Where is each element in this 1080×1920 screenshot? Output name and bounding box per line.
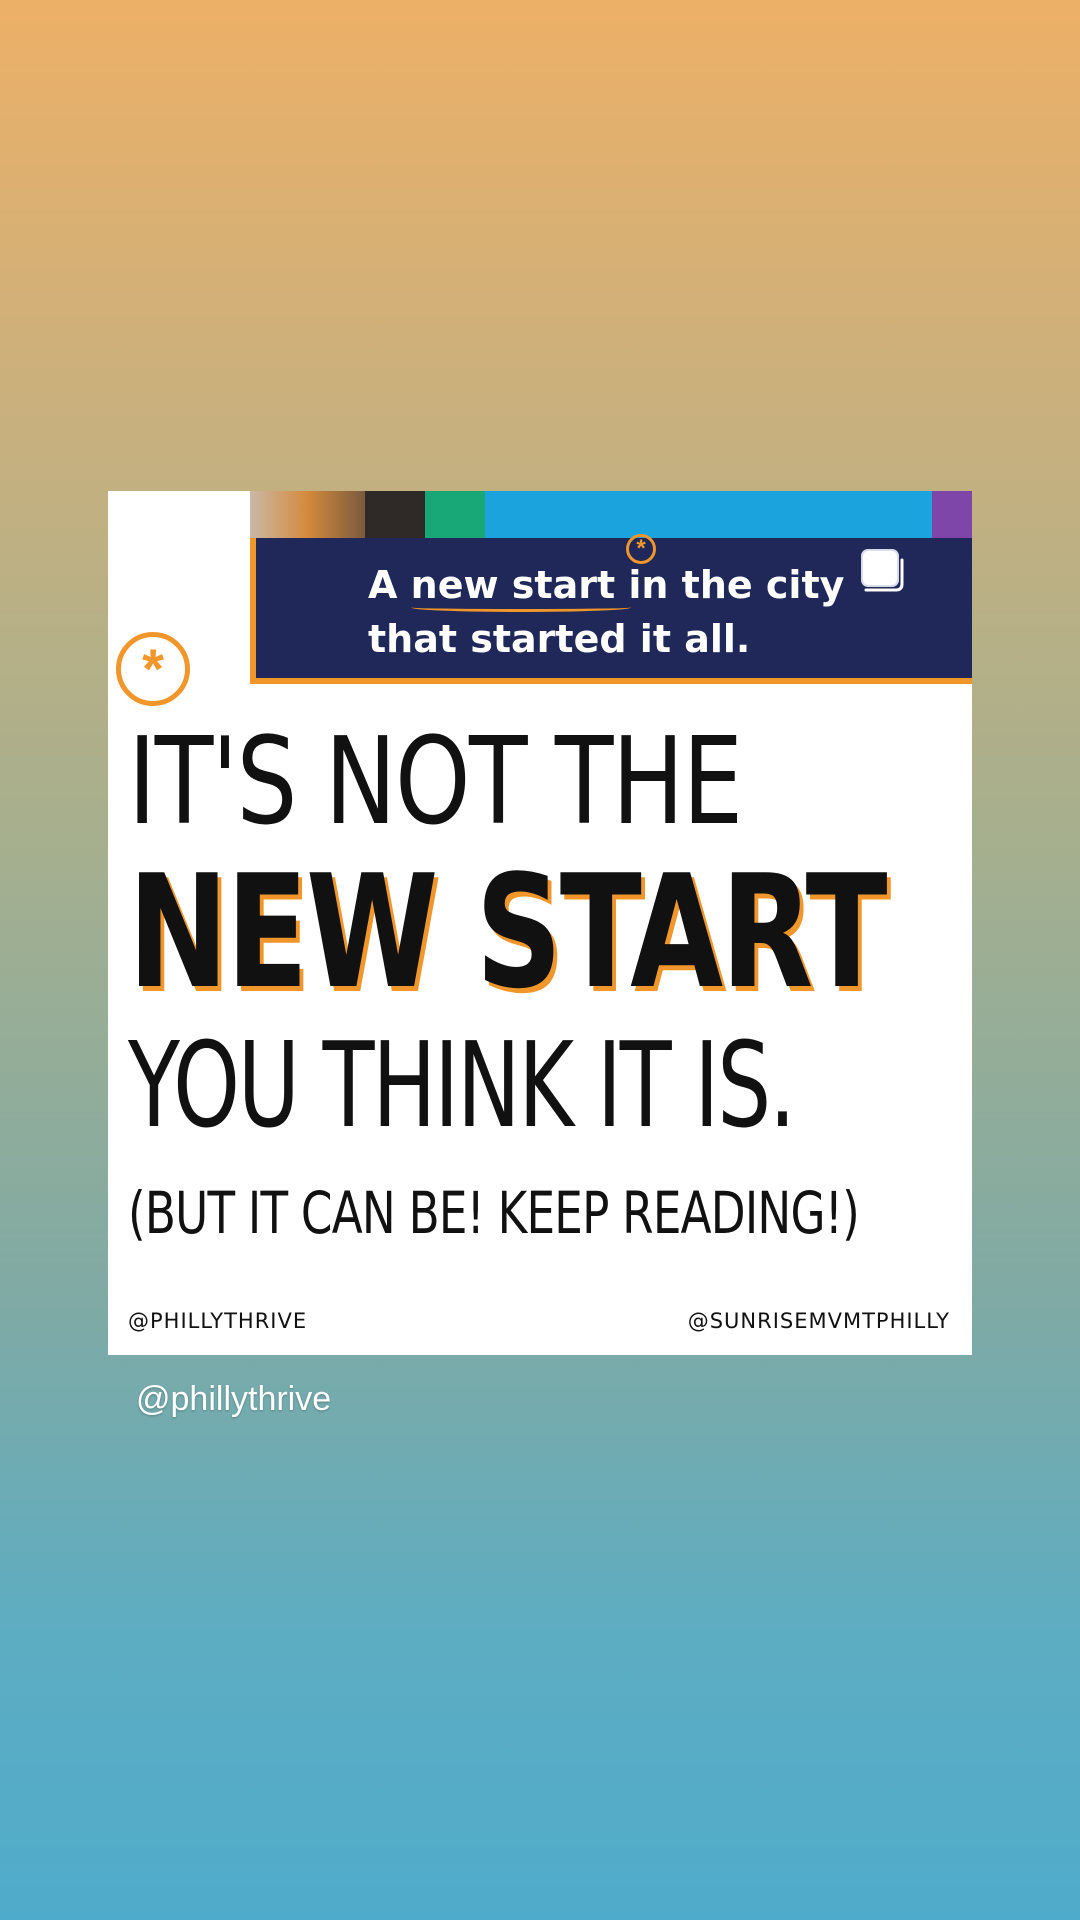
header-banner: * A new start in the city that started i… xyxy=(250,534,972,684)
photo-segment xyxy=(932,491,972,538)
banner-text: A new start in the city that started it … xyxy=(368,558,908,666)
banner-line1-c: in the city xyxy=(615,563,845,607)
headline-line-2: NEW START xyxy=(128,841,888,1023)
headline-line-3: YOU THINK IT IS. xyxy=(128,1016,796,1154)
highlight-underline xyxy=(411,603,631,612)
photo-segment xyxy=(485,491,932,538)
photo-segment xyxy=(365,491,425,538)
credit-right: @SUNRISEMVMTPHILLY xyxy=(687,1309,950,1333)
banner-line2: that started it all. xyxy=(368,617,751,661)
photo-segment xyxy=(425,491,485,538)
headline-line-4: (BUT IT CAN BE! KEEP READING!) xyxy=(128,1179,860,1247)
banner-photo-strip xyxy=(250,491,972,538)
headline-line-1: IT'S NOT THE xyxy=(128,713,743,852)
photo-segment xyxy=(250,491,365,538)
credit-left: @PHILLYTHRIVE xyxy=(128,1309,308,1333)
banner-line1-a: A xyxy=(368,563,411,607)
asterisk-circle-icon: * xyxy=(116,632,190,706)
story-mention-username[interactable]: @phillythrive xyxy=(136,1380,331,1419)
square-sticker-icon xyxy=(861,549,904,592)
story-post-image: * A new start in the city that started i… xyxy=(108,491,972,1355)
banner-highlight: new start xyxy=(410,563,616,607)
